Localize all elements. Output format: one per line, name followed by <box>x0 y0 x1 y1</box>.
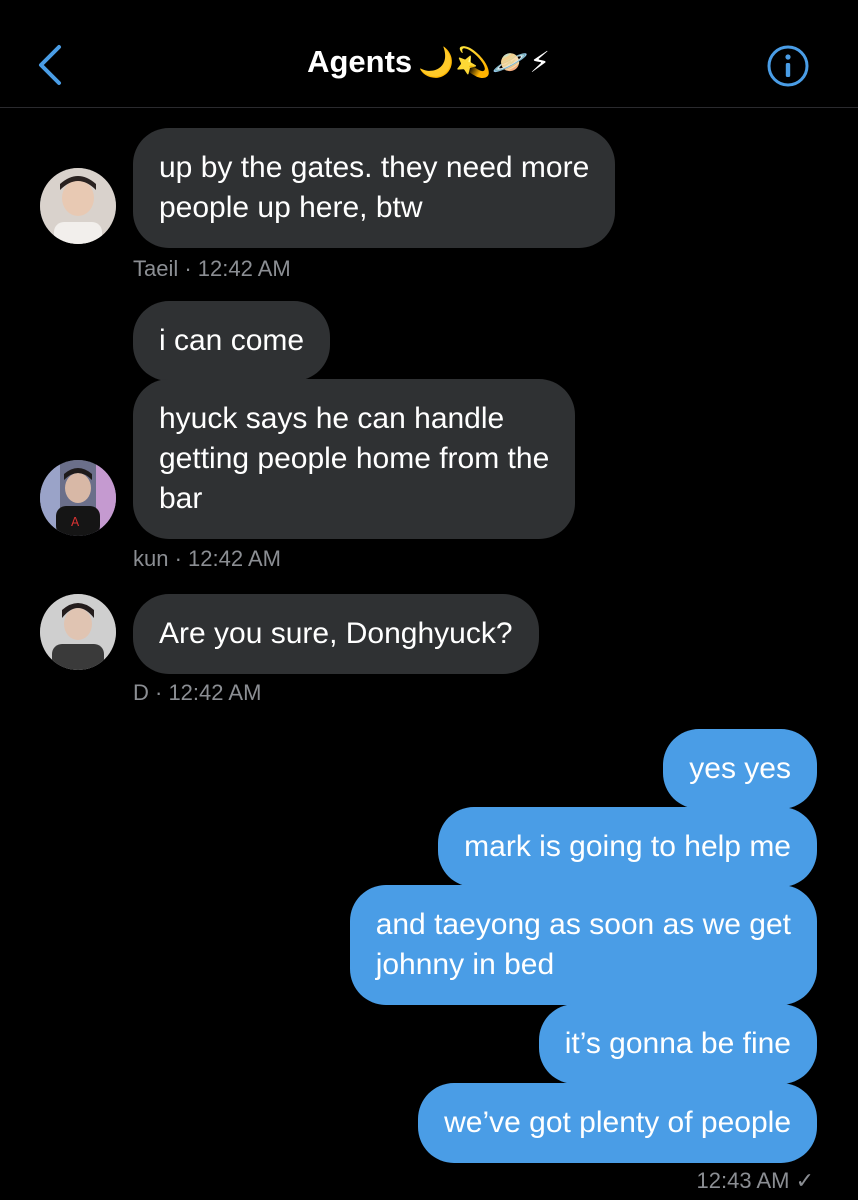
avatar-taeil[interactable] <box>40 168 116 244</box>
message-bubble-outgoing[interactable]: we’ve got plenty of people <box>418 1083 817 1163</box>
conversation-title[interactable]: Agents 🌙💫🪐⚡ <box>0 44 858 80</box>
message-text-line: people up here, btw <box>159 191 423 224</box>
avatar-d[interactable] <box>40 594 116 670</box>
message-bubble-incoming[interactable]: hyuck says he can handle getting people … <box>133 379 576 539</box>
message-text-line: up by the gates. they need more <box>159 151 590 184</box>
message-text-line: getting people home from the <box>159 442 550 475</box>
conversation-screen: Agents 🌙💫🪐⚡ up by the gates. they need m… <box>0 0 858 1200</box>
message-text: yes yes <box>689 752 791 785</box>
avatar-image: A <box>40 460 116 536</box>
avatar-image <box>40 594 116 670</box>
outgoing-message-meta: 12:43 AM ✓ <box>696 1168 815 1193</box>
avatar-kun[interactable]: A <box>40 460 116 536</box>
message-bubble-outgoing[interactable]: yes yes <box>663 729 817 809</box>
message-text: Are you sure, Donghyuck? <box>159 617 513 650</box>
svg-text:A: A <box>71 515 80 529</box>
message-text: mark is going to help me <box>464 830 791 863</box>
message-text-line: johnny in bed <box>375 948 555 981</box>
message-text-line: bar <box>159 482 203 515</box>
info-icon <box>767 45 809 87</box>
message-text: it’s gonna be fine <box>564 1027 791 1060</box>
message-bubble-incoming[interactable]: up by the gates. they need more people u… <box>133 128 616 248</box>
avatar-image <box>40 168 116 244</box>
message-bubble-outgoing[interactable]: it’s gonna be fine <box>538 1004 817 1084</box>
message-bubble-incoming[interactable]: Are you sure, Donghyuck? <box>133 594 539 674</box>
message-text: we’ve got plenty of people <box>444 1106 791 1139</box>
message-bubble-incoming[interactable]: i can come <box>133 301 331 381</box>
message-meta: kun · 12:42 AM <box>133 546 281 571</box>
message-text: i can come <box>159 324 305 357</box>
info-button[interactable] <box>766 44 810 88</box>
message-text-line: hyuck says he can handle <box>159 402 505 435</box>
conversation-title-emojis: 🌙💫🪐⚡ <box>418 46 551 79</box>
message-bubble-outgoing[interactable]: and taeyong as soon as we get johnny in … <box>349 885 817 1005</box>
message-meta: Taeil · 12:42 AM <box>133 256 291 281</box>
conversation-title-text: Agents <box>307 44 413 79</box>
message-meta: D · 12:42 AM <box>133 680 262 705</box>
message-text-line: and taeyong as soon as we get <box>375 908 791 941</box>
message-bubble-outgoing[interactable]: mark is going to help me <box>438 807 817 887</box>
conversation-header: Agents 🌙💫🪐⚡ <box>0 0 858 108</box>
